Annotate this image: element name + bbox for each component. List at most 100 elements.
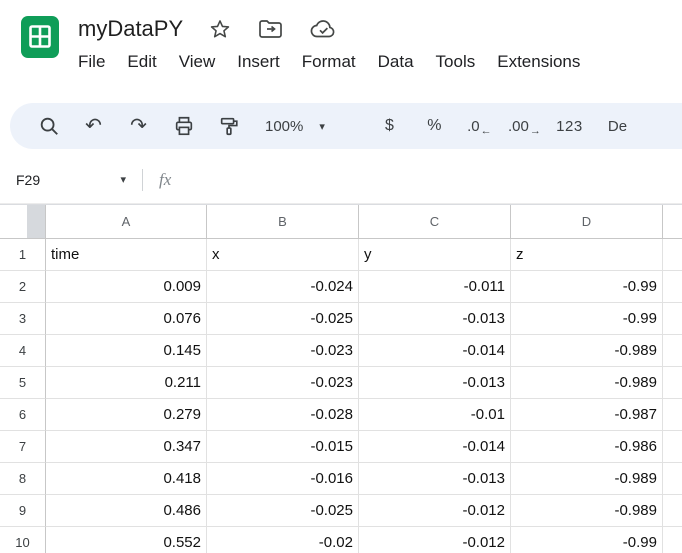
- format-percent-button[interactable]: %: [412, 106, 457, 146]
- cell[interactable]: -0.989: [511, 367, 663, 399]
- cell[interactable]: [663, 399, 682, 431]
- cell[interactable]: [663, 335, 682, 367]
- cell[interactable]: -0.014: [359, 335, 511, 367]
- column-header-a[interactable]: A: [46, 205, 207, 239]
- row-number[interactable]: 3: [0, 303, 46, 335]
- cell[interactable]: [663, 527, 682, 553]
- row-number[interactable]: 9: [0, 495, 46, 527]
- cell[interactable]: 0.347: [46, 431, 207, 463]
- move-folder-icon[interactable]: [258, 18, 283, 40]
- undo-icon[interactable]: ↶: [71, 106, 116, 146]
- cell[interactable]: -0.013: [359, 463, 511, 495]
- row-number[interactable]: 1: [0, 239, 46, 271]
- cell[interactable]: -0.016: [207, 463, 359, 495]
- cell[interactable]: -0.986: [511, 431, 663, 463]
- cell[interactable]: -0.015: [207, 431, 359, 463]
- menu-item-edit[interactable]: Edit: [116, 49, 167, 75]
- cell[interactable]: [663, 367, 682, 399]
- star-icon[interactable]: [209, 18, 231, 40]
- decrease-decimals-button[interactable]: .0←: [457, 106, 502, 146]
- menu-item-file[interactable]: File: [67, 49, 116, 75]
- toolbar-wrapper: ↶ ↷ 100% ▾ $: [0, 94, 682, 156]
- menu-item-view[interactable]: View: [168, 49, 227, 75]
- row-number[interactable]: 7: [0, 431, 46, 463]
- cell[interactable]: -0.025: [207, 303, 359, 335]
- select-all-corner[interactable]: [0, 205, 46, 239]
- cell[interactable]: -0.99: [511, 303, 663, 335]
- left-arrow-icon: ←: [481, 125, 492, 137]
- cell[interactable]: -0.012: [359, 495, 511, 527]
- name-box[interactable]: F29 ▾: [14, 172, 132, 188]
- paint-format-icon[interactable]: [206, 106, 251, 146]
- cell[interactable]: -0.99: [511, 527, 663, 553]
- menubar: File Edit View Insert Format Data Tools …: [67, 49, 682, 75]
- cell[interactable]: -0.028: [207, 399, 359, 431]
- cell[interactable]: [663, 271, 682, 303]
- cell[interactable]: [663, 431, 682, 463]
- cell[interactable]: -0.011: [359, 271, 511, 303]
- menu-item-format[interactable]: Format: [291, 49, 367, 75]
- search-icon[interactable]: [26, 106, 71, 146]
- cell[interactable]: 0.418: [46, 463, 207, 495]
- cell[interactable]: 0.145: [46, 335, 207, 367]
- cell[interactable]: -0.025: [207, 495, 359, 527]
- column-header-b[interactable]: B: [207, 205, 359, 239]
- row-number[interactable]: 4: [0, 335, 46, 367]
- cell[interactable]: [663, 303, 682, 335]
- cell[interactable]: -0.987: [511, 399, 663, 431]
- number-format-group: $ % .0← .00→ 123: [367, 106, 592, 146]
- zoom-select[interactable]: 100% ▾: [251, 118, 339, 135]
- print-icon[interactable]: [161, 106, 206, 146]
- document-title[interactable]: myDataPY: [78, 16, 183, 42]
- cell[interactable]: -0.013: [359, 367, 511, 399]
- cell[interactable]: [663, 495, 682, 527]
- cell[interactable]: -0.013: [359, 303, 511, 335]
- menu-item-data[interactable]: Data: [367, 49, 425, 75]
- cell[interactable]: -0.99: [511, 271, 663, 303]
- cell[interactable]: z: [511, 239, 663, 271]
- table-row: 10 0.552 -0.02 -0.012 -0.99: [0, 527, 682, 553]
- format-currency-button[interactable]: $: [367, 106, 412, 146]
- sheets-logo-icon[interactable]: [18, 15, 62, 59]
- cell[interactable]: -0.989: [511, 463, 663, 495]
- cell[interactable]: [663, 463, 682, 495]
- cell[interactable]: -0.989: [511, 335, 663, 367]
- cell[interactable]: 0.076: [46, 303, 207, 335]
- cell[interactable]: time: [46, 239, 207, 271]
- formula-input[interactable]: [171, 156, 682, 203]
- more-formats-button[interactable]: 123: [547, 106, 592, 146]
- cell[interactable]: [663, 239, 682, 271]
- cell[interactable]: -0.989: [511, 495, 663, 527]
- column-header-c[interactable]: C: [359, 205, 511, 239]
- cell[interactable]: y: [359, 239, 511, 271]
- cell[interactable]: 0.211: [46, 367, 207, 399]
- cell[interactable]: -0.024: [207, 271, 359, 303]
- font-family-select[interactable]: De: [608, 118, 627, 135]
- fx-icon: fx: [159, 170, 171, 190]
- row-number[interactable]: 8: [0, 463, 46, 495]
- redo-icon[interactable]: ↷: [116, 106, 161, 146]
- cell[interactable]: 0.009: [46, 271, 207, 303]
- row-number[interactable]: 5: [0, 367, 46, 399]
- menu-item-extensions[interactable]: Extensions: [486, 49, 591, 75]
- cloud-saved-icon[interactable]: [310, 18, 337, 40]
- menu-item-insert[interactable]: Insert: [226, 49, 291, 75]
- cell[interactable]: 0.552: [46, 527, 207, 553]
- cell[interactable]: -0.023: [207, 335, 359, 367]
- row-number[interactable]: 10: [0, 527, 46, 553]
- cell[interactable]: -0.01: [359, 399, 511, 431]
- row-number[interactable]: 2: [0, 271, 46, 303]
- cell[interactable]: -0.014: [359, 431, 511, 463]
- cell[interactable]: -0.02: [207, 527, 359, 553]
- column-header-e-partial[interactable]: [663, 205, 682, 239]
- menu-item-tools[interactable]: Tools: [425, 49, 487, 75]
- column-header-d[interactable]: D: [511, 205, 663, 239]
- cell[interactable]: 0.486: [46, 495, 207, 527]
- cell[interactable]: x: [207, 239, 359, 271]
- cell[interactable]: -0.012: [359, 527, 511, 553]
- cell[interactable]: 0.279: [46, 399, 207, 431]
- cell[interactable]: -0.023: [207, 367, 359, 399]
- row-number[interactable]: 6: [0, 399, 46, 431]
- increase-decimals-button[interactable]: .00→: [502, 106, 547, 146]
- table-row: 7 0.347 -0.015 -0.014 -0.986: [0, 431, 682, 463]
